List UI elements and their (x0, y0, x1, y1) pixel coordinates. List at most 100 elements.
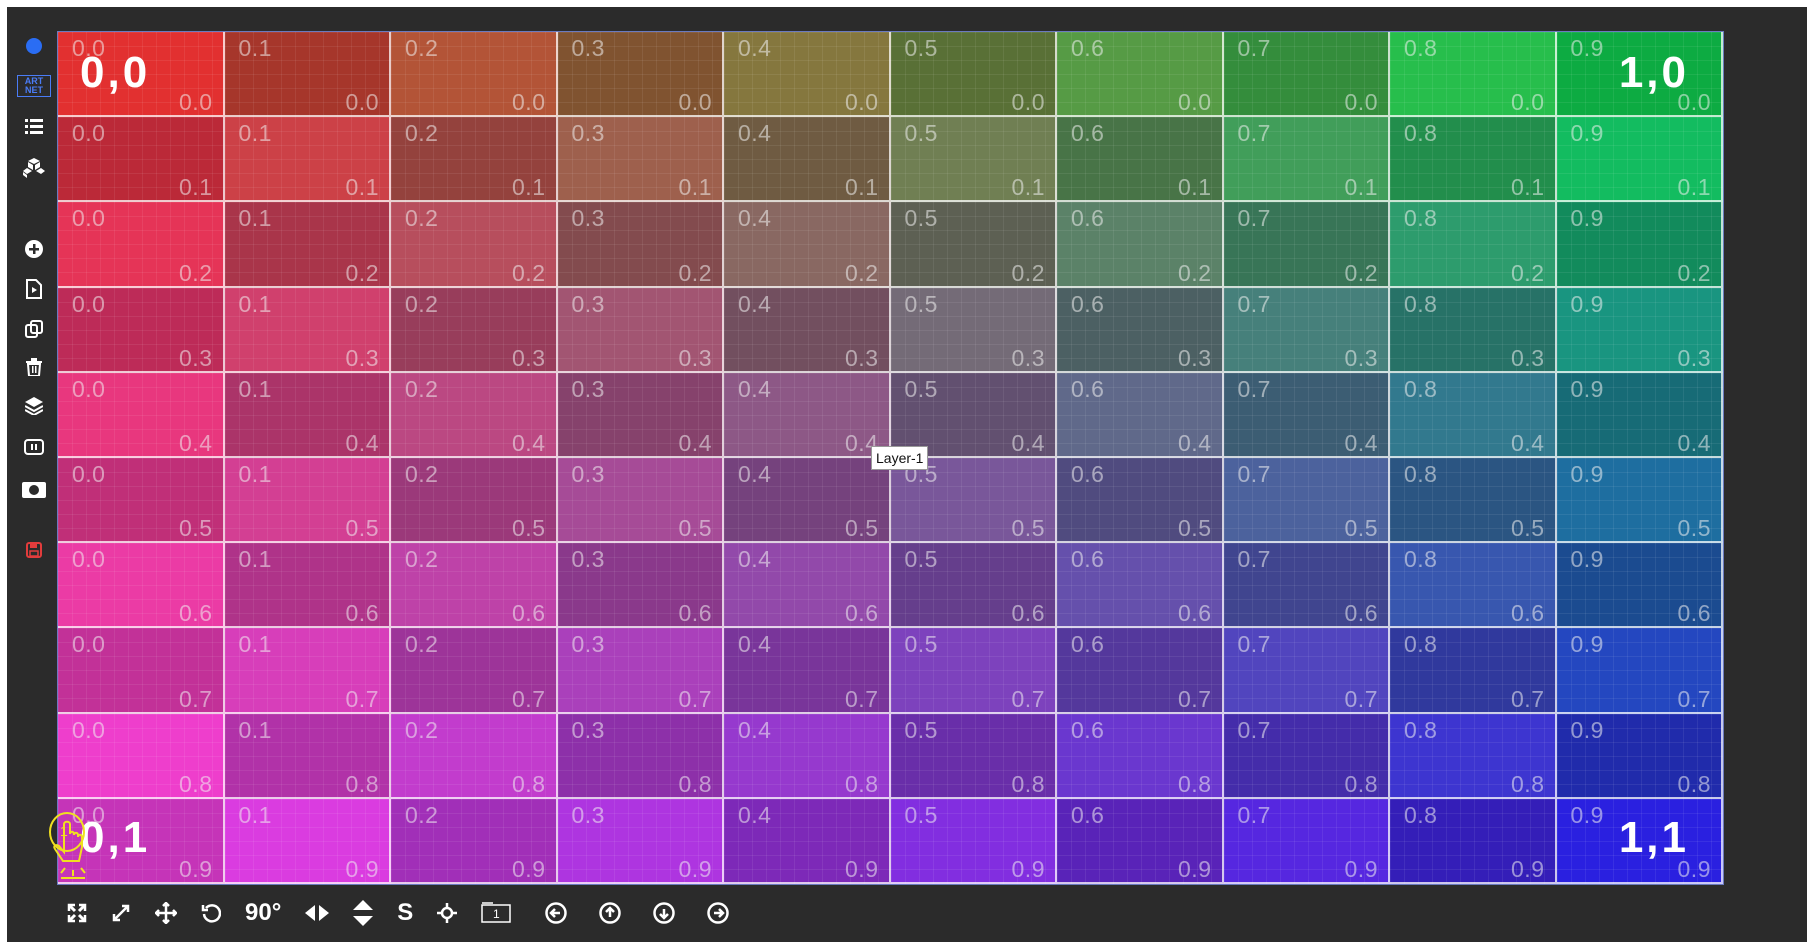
cell-x-label: 0.1 (238, 461, 272, 487)
list-icon[interactable] (17, 109, 51, 143)
arrow-up-circle-icon[interactable] (599, 897, 622, 929)
cell-y-label: 0.4 (1677, 429, 1711, 456)
cell-y-label: 0.3 (1511, 344, 1545, 371)
cell-x-label: 0.4 (738, 120, 772, 147)
arrow-right-circle-icon[interactable] (707, 897, 730, 929)
grid-cell: 0.9 0.1 (1556, 117, 1723, 203)
grid-cell: 0.0 0.5 (58, 458, 225, 544)
grid-cell: 0.8 0.1 (1390, 117, 1557, 203)
grid-cell: 0.8 0.0 (1390, 32, 1557, 118)
cell-x-label: 0.6 (1071, 205, 1105, 232)
cell-x-label: 0.3 (571, 716, 605, 743)
fullscreen-icon[interactable] (67, 897, 87, 929)
grid-cell: 0.6 0.9 (1057, 798, 1224, 884)
cell-y-label: 0.2 (678, 259, 712, 286)
center-icon[interactable] (437, 897, 458, 929)
cell-y-label: 0.7 (345, 685, 379, 712)
cell-x-label: 0.8 (1404, 375, 1438, 402)
grid-cell: 0.1 0.8 (224, 713, 391, 799)
file-play-icon[interactable] (17, 272, 51, 306)
grid-cell: 0.6 0.7 (1057, 628, 1224, 714)
cell-y-label: 0.2 (1344, 259, 1378, 286)
cell-x-label: 0.8 (1404, 461, 1438, 487)
cell-x-label: 0.8 (1404, 631, 1438, 658)
flip-horizontal-icon[interactable] (305, 897, 330, 929)
cell-y-label: 0.8 (1344, 770, 1378, 797)
trash-icon[interactable] (17, 350, 51, 384)
layer-label[interactable]: Layer-1 (871, 446, 929, 470)
cell-x-label: 0.9 (1570, 120, 1604, 147)
cell-x-label: 0.5 (904, 375, 938, 402)
cell-x-label: 0.2 (405, 205, 439, 232)
arrow-left-circle-icon[interactable] (545, 897, 568, 929)
resize-diagonal-icon[interactable] (111, 897, 131, 929)
grid-cell: 0.5 0.2 (890, 202, 1057, 288)
rotate-icon[interactable] (201, 897, 221, 929)
grid-cell: 0.5 0.7 (890, 628, 1057, 714)
cell-y-label: 0.9 (1011, 855, 1045, 882)
cell-y-label: 0.2 (1511, 259, 1545, 286)
copy-icon[interactable] (17, 312, 51, 346)
cell-y-label: 0.3 (345, 344, 379, 371)
cell-y-label: 0.7 (1511, 685, 1545, 712)
cell-x-label: 0.5 (904, 801, 938, 828)
grid-cell: 0.2 0.6 (391, 543, 558, 629)
cell-y-label: 0.6 (1511, 600, 1545, 627)
arrow-down-circle-icon[interactable] (653, 897, 676, 929)
grid-cell: 0.2 0.5 (391, 458, 558, 544)
s-button[interactable]: S (397, 897, 413, 929)
pause-icon[interactable] (17, 430, 51, 464)
cell-y-label: 0.9 (512, 855, 546, 882)
grid-cell: 0.5 0.9 (890, 798, 1057, 884)
cell-x-label: 0.8 (1404, 120, 1438, 147)
rotate-90-button[interactable]: 90° (245, 897, 281, 929)
corner-label-top-left: 0,0 (80, 48, 151, 97)
cell-x-label: 0.2 (405, 35, 439, 61)
cell-x-label: 0.4 (738, 205, 772, 232)
status-dot-icon[interactable] (17, 29, 51, 63)
cell-y-label: 0.8 (179, 770, 213, 797)
layers-icon[interactable] (17, 389, 51, 423)
grid-cell: 0.6 0.8 (1057, 713, 1224, 799)
cell-x-label: 0.8 (1404, 290, 1438, 317)
cell-x-label: 0.9 (1570, 716, 1604, 743)
grid-cell: 0.1 0.9 (224, 798, 391, 884)
grid-cell: 0.2 0.1 (391, 117, 558, 203)
grid-cell: 0.3 0.3 (557, 287, 724, 373)
mask-icon[interactable] (17, 473, 51, 507)
cubes-icon[interactable] (17, 151, 51, 185)
grid-cell: 0.9 0.3 (1556, 287, 1723, 373)
grid-cell: 0.2 0.3 (391, 287, 558, 373)
artnet-icon[interactable]: ART NET (17, 69, 51, 103)
cell-x-label: 0.8 (1404, 801, 1438, 828)
cell-y-label: 0.8 (678, 770, 712, 797)
layer-number-icon[interactable]: 1 (481, 897, 512, 929)
artnet-label: ART NET (17, 75, 51, 97)
cell-y-label: 0.3 (1344, 344, 1378, 371)
flip-vertical-icon[interactable] (353, 897, 374, 929)
add-icon[interactable] (17, 232, 51, 266)
cell-y-label: 0.6 (512, 600, 546, 627)
cell-x-label: 0.3 (571, 120, 605, 147)
cell-x-label: 0.9 (1570, 631, 1604, 658)
cell-x-label: 0.1 (238, 716, 272, 743)
cell-x-label: 0.0 (72, 290, 106, 317)
cell-y-label: 0.7 (1344, 685, 1378, 712)
grid-cell: 0.7 0.4 (1223, 372, 1390, 458)
grid-cell: 0.9 0.2 (1556, 202, 1723, 288)
cell-y-label: 0.1 (345, 174, 379, 201)
cell-x-label: 0.0 (72, 205, 106, 232)
grid-cell: 0.3 0.0 (557, 32, 724, 118)
sidebar: ART NET (7, 7, 59, 942)
grid-cell: 0.6 0.5 (1057, 458, 1224, 544)
cell-y-label: 0.1 (845, 174, 879, 201)
move-icon[interactable] (155, 897, 177, 929)
cell-y-label: 0.9 (1344, 855, 1378, 882)
grid-cell: 0.5 0.3 (890, 287, 1057, 373)
cell-y-label: 0.2 (1677, 259, 1711, 286)
save-icon[interactable] (17, 533, 51, 567)
grid-cell: 0.3 0.6 (557, 543, 724, 629)
cell-y-label: 0.4 (179, 429, 213, 456)
cell-y-label: 0.1 (1677, 174, 1711, 201)
grid-cell: 0.6 0.2 (1057, 202, 1224, 288)
